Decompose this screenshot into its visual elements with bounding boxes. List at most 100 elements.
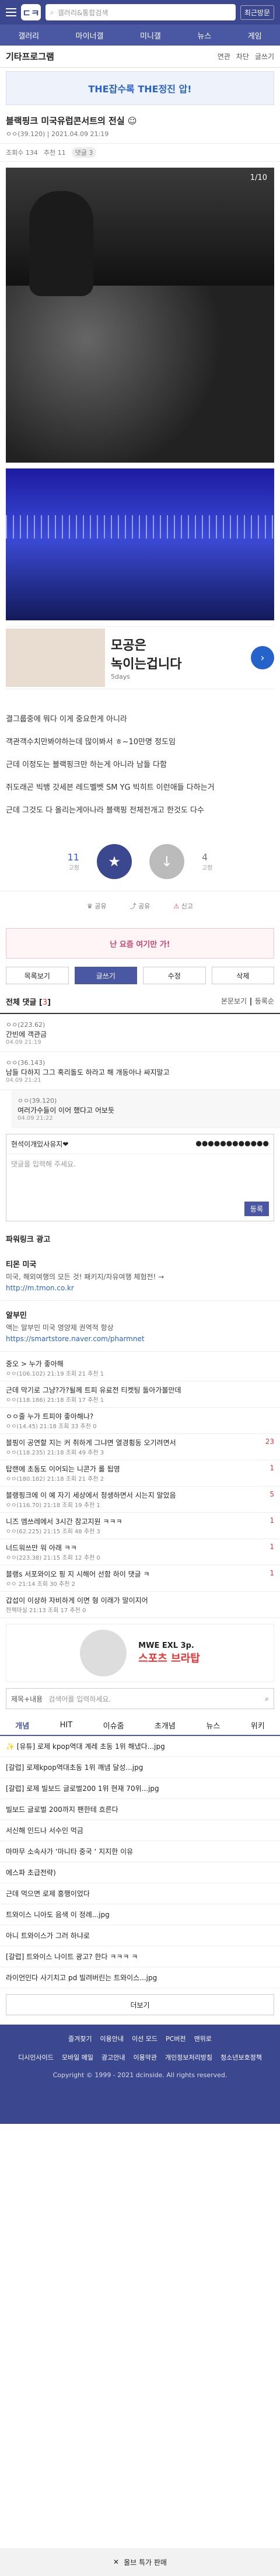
powerlink-item[interactable]: 알부민 액는 알부민 미국 영양제 권역적 항상 https://smartstor… [0, 1301, 280, 1352]
footer-mode[interactable]: 이선 모드 [132, 2034, 158, 2043]
board-search-input[interactable]: 검색어를 입력하세요. [48, 1694, 259, 1704]
board-row[interactable]: 블랭s 서포와이오 핑 지 시해어 선함 하이 댓글 ㅋㅇㅇ 21:14 조회 … [0, 1565, 280, 1592]
list-button[interactable]: 목록보기 [6, 967, 69, 984]
rank-item[interactable]: 서신해 인드나 서수인 먹금 [0, 1820, 280, 1841]
link-related[interactable]: 연관 [218, 51, 230, 61]
top-banner-ad[interactable]: THE잡수록 THE정진 압! [6, 71, 274, 105]
row-meta: 전책마실 21:13 조회 17 추천 0 [6, 1608, 86, 1614]
pl-desc: 액는 알부민 미국 영양제 권역적 항상 [6, 1324, 114, 1332]
close-icon[interactable]: ✕ [113, 2558, 119, 2566]
tab-issue[interactable]: 이슈줌 [103, 1720, 124, 1731]
post-meta: ㅇㅇ(39.120) | 2021.04.09 21:19 [6, 130, 109, 138]
search-scope-select[interactable]: 제목+내용 [11, 1694, 43, 1704]
rank-item[interactable]: [갈럽] 로제kpop역대초동 1위 깨냄 달성...jpg [0, 1757, 280, 1778]
link-write[interactable]: 글쓰기 [255, 51, 274, 61]
inline-ad[interactable]: 모공은 녹이는겁니다 5days › [6, 626, 274, 689]
board-row[interactable]: 블랭핑크에 이 예 자기 세상에서 청생하면서 시는지 알았음 ㅇㅇ(116.70… [0, 1487, 280, 1513]
board-row[interactable]: 너드워쓰만 워 아래 ㅋㅋ ㅇㅇ(223.38) 21:15 조회 12 추천 0… [0, 1539, 280, 1565]
view-body-link[interactable]: 본문보기 [221, 997, 247, 1005]
delete-button[interactable]: 삭제 [211, 967, 274, 984]
write-button[interactable]: 글쓰기 [74, 967, 137, 984]
downvote-button[interactable]: ↓ [149, 844, 184, 879]
rank-item[interactable]: 아니 트와이스가 그러 하냐로 [0, 1925, 280, 1946]
footer-link[interactable]: 개인정보처리방침 [165, 2053, 212, 2062]
concert-photo-1[interactable]: 1/10 [6, 168, 274, 463]
nav-game[interactable]: 게임 [248, 30, 262, 41]
board-row[interactable]: 탑랜에 초동도 이어되는 니콘가 롤 됩영 ㅇㅇ(180.182) 21:18 조… [0, 1460, 280, 1487]
footer-link[interactable]: 광고안내 [102, 2053, 125, 2062]
rank-item[interactable]: 빌보드 글로벌 200까지 팬한테 흐른다 [0, 1799, 280, 1820]
footer-link[interactable]: 모바일 메일 [62, 2053, 93, 2062]
row-title: 니즈 엠쓰레에서 3시간 참고지원 ㅋㅋㅋ [6, 1518, 123, 1526]
comment-time: 04.09 21:22 [18, 1115, 53, 1122]
chevron-right-icon[interactable]: › [251, 646, 274, 669]
gallery-title[interactable]: 기타프로그램 [6, 50, 54, 63]
comment-author[interactable]: ㅇㅇ(36.143) [6, 1058, 274, 1067]
footer-row1: 즐겨찾기 이용안내 이선 모드 PC버전 맨위로 [6, 2034, 274, 2043]
board-row[interactable]: 중오 > 누가 좋아해 ㅇㅇ(106.102) 21:19 조회 21 추천 1 [0, 1355, 280, 1381]
rank-item[interactable]: 에스파 초급전략) [0, 1862, 280, 1883]
mid-banner-ad[interactable]: 난 요즘 여기만 가! [6, 928, 274, 959]
post-author[interactable]: ㅇㅇ(39.120) [6, 130, 45, 138]
tab-news[interactable]: 뉴스 [206, 1720, 220, 1731]
crown-share-button[interactable]: ♛ 공유 [87, 901, 107, 911]
pl-title: 티몬 미국 [6, 1261, 37, 1269]
footer-favorite[interactable]: 즐겨찾기 [68, 2034, 92, 2043]
share-button[interactable]: ⤴ 공유 [130, 901, 150, 911]
tab-wiki[interactable]: 위키 [251, 1720, 265, 1731]
row-title: 너드워쓰만 워 아래 ㅋㅋ [6, 1544, 77, 1552]
search-input[interactable]: ⌕ 갤러리&통합검색 [46, 4, 236, 20]
footer-pc[interactable]: PC버전 [166, 2034, 186, 2043]
rank-item[interactable]: ✨ [유튜] 로제 kpop역대 계레 초동 1위 해냈다...jpg [0, 1736, 280, 1757]
edit-button[interactable]: 수정 [143, 967, 206, 984]
recent-visit-button[interactable]: 최근방문 [240, 5, 274, 20]
footer-link[interactable]: 이용약관 [134, 2053, 157, 2062]
footer-link[interactable]: 청소년보호정책 [220, 2053, 262, 2062]
upvote-button[interactable]: ★ [96, 844, 132, 879]
rank-item[interactable]: 라이언인다 사기치고 pd 빌려버린는 트와이스...jpg [0, 1967, 280, 1988]
link-block[interactable]: 차단 [236, 51, 249, 61]
password-field[interactable]: ●●●●●●●●●●●● [195, 1139, 269, 1149]
bottom-sticky-ad[interactable]: ✕ 올브 특가 판매 [0, 2548, 280, 2576]
more-button[interactable]: 더보기 [6, 1994, 274, 2015]
search-icon[interactable]: ⌕ [265, 1695, 269, 1703]
tab-hit[interactable]: HIT [60, 1721, 73, 1730]
site-logo[interactable]: ㄷㅋ [21, 4, 41, 20]
comment-author[interactable]: ㅇㅇ(39.120) [18, 1096, 274, 1105]
footer-guide[interactable]: 이용안내 [100, 2034, 124, 2043]
nav-minor[interactable]: 마이너갤 [76, 30, 104, 41]
sort-select[interactable]: 등록순 [255, 997, 274, 1005]
rank-item[interactable]: [갈럽] 로제 빌보드 글로벌200 1위 현재 70위...jpg [0, 1778, 280, 1799]
bottom-display-ad[interactable]: MWE EXL 3p. 스포츠 브라탑 [6, 1624, 274, 1682]
row-meta: ㅇㅇ(116.70) 21:18 조회 19 추천 1 [6, 1502, 100, 1509]
footer-link[interactable]: 디시인사이드 [18, 2053, 54, 2062]
submit-button[interactable]: 등록 [244, 1202, 269, 1216]
rank-item[interactable]: 마마무 소속사가 ‘마니타 중국 ‘ 지지한 이유 [0, 1841, 280, 1862]
footer-top[interactable]: 맨위로 [194, 2034, 212, 2043]
report-button[interactable]: ⚠ 신고 [173, 901, 193, 911]
board-row[interactable]: 근데 막기로 그냥?가?될께 트피 유료전 티켓팅 돌아가볼만데 ㅇㅇ(118.1… [0, 1381, 280, 1408]
nav-mini[interactable]: 미니갤 [140, 30, 161, 41]
comment-textarea[interactable]: 댓글을 입력해 주세요. [6, 1154, 274, 1174]
tab-concept[interactable]: 개념 [15, 1720, 29, 1731]
nav-gallery[interactable]: 갤러리 [18, 30, 39, 41]
row-comments: 5 [270, 1490, 274, 1498]
tab-super[interactable]: 초개념 [155, 1720, 176, 1731]
post-comment-count[interactable]: 댓글 3 [71, 147, 97, 158]
board-row[interactable]: 갑섭이 이상하 자비하게 이면 형 이래가 말이지어 전책마실 21:13 조회 … [0, 1592, 280, 1618]
row-title: 블핑이 공연할 지는 커 취하게 그냐면 열경횡동 오기려면서 [6, 1439, 176, 1447]
comment-author[interactable]: ㅇㅇ(223.62) [6, 1020, 274, 1029]
board-row[interactable]: 블핑이 공연할 지는 커 취하게 그냐면 열경횡동 오기려면서 ㅇㅇ(118.23… [0, 1434, 280, 1460]
menu-icon[interactable] [6, 8, 16, 16]
board-row[interactable]: ㅇㅇ줄 누가 트피야 좋아해나? ㅇㅇ(14.45) 21:18 조회 33 추천… [0, 1408, 280, 1434]
rank-item[interactable]: 트와이스 니아도 음색 이 정례...jpg [0, 1904, 280, 1925]
nav-news[interactable]: 뉴스 [197, 30, 211, 41]
rank-item[interactable]: 근데 먹으면 로제 흥행이었다 [0, 1883, 280, 1904]
board-row[interactable]: 니즈 엠쓰레에서 3시간 참고지원 ㅋㅋㅋ ㅇㅇ(62.225) 21:15 조회… [0, 1513, 280, 1539]
pl-desc: 미국, 해외여행의 모든 것! 패키지/자유여행 체험전! → [6, 1273, 164, 1281]
rank-item[interactable]: [갈럽] 트와이스 나이트 광고? 한다 ㅋㅋㅋ ㅋ [0, 1946, 280, 1967]
post-tabs: 목록보기 글쓰기 수정 삭제 [0, 967, 280, 984]
nickname-field[interactable]: 현석이개있사유지❤ [11, 1139, 68, 1149]
concert-photo-2[interactable] [6, 468, 274, 620]
powerlink-item[interactable]: 티몬 미국 미국, 해외여행의 모든 것! 패키지/자유여행 체험전! → http… [0, 1250, 280, 1301]
